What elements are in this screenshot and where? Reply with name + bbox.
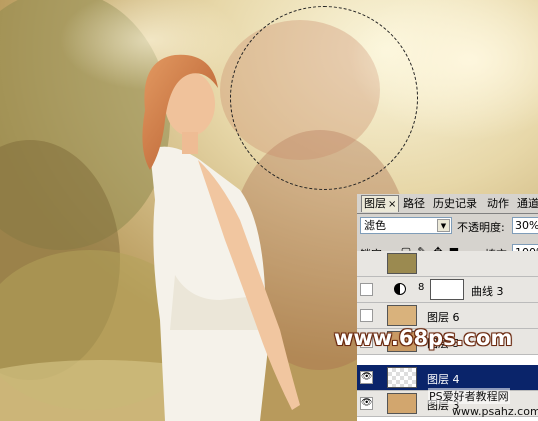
tab-layers[interactable]: 图层 × bbox=[361, 195, 400, 212]
layers-panel: 图层× 路径 历史记录 动作 通道 滤色 ▼ 不透明度: 30% 锁定: ▢ ✎… bbox=[357, 194, 538, 421]
dropdown-arrow-icon[interactable]: ▼ bbox=[437, 219, 450, 232]
chain-icon[interactable]: 8 bbox=[418, 282, 424, 293]
close-icon[interactable]: × bbox=[388, 199, 396, 210]
layer-thumbnail bbox=[387, 393, 417, 414]
tab-paths[interactable]: 路径 bbox=[403, 196, 425, 212]
watermark-line3: www.psahz.com bbox=[452, 405, 538, 418]
layer-row-curves-3[interactable]: 8 曲线 3 bbox=[357, 277, 538, 303]
layer-name: 曲线 3 bbox=[471, 285, 504, 298]
eye-icon[interactable]: 👁 bbox=[360, 371, 373, 384]
watermark-line2: PS爱好者教程网 bbox=[428, 388, 510, 404]
layer-name: 图层 4 bbox=[427, 373, 460, 386]
panel-tabs: 图层 × 路径 历史记录 动作 通道 bbox=[357, 194, 538, 214]
elliptical-selection[interactable] bbox=[230, 6, 418, 190]
watermark-main: www.68ps.com bbox=[334, 326, 513, 350]
blend-mode-value: 滤色 bbox=[364, 219, 386, 232]
tab-channels[interactable]: 通道 bbox=[517, 196, 538, 212]
layer-thumbnail bbox=[387, 367, 417, 388]
layer-thumbnail bbox=[387, 253, 417, 274]
layer-name: 图层 6 bbox=[427, 311, 460, 324]
layer-row-hidden-top[interactable] bbox=[357, 251, 538, 277]
layer-thumbnail bbox=[387, 305, 417, 326]
blend-mode-select[interactable]: 滤色 ▼ bbox=[360, 217, 452, 234]
eye-icon[interactable]: 👁 bbox=[360, 397, 373, 410]
opacity-input[interactable]: 30% bbox=[512, 217, 538, 234]
tab-actions[interactable]: 动作 bbox=[487, 196, 509, 212]
visibility-toggle[interactable] bbox=[360, 309, 373, 322]
visibility-toggle[interactable] bbox=[360, 283, 373, 296]
layer-mask-thumbnail[interactable] bbox=[430, 279, 464, 300]
adjustment-icon bbox=[394, 283, 406, 295]
opacity-label: 不透明度: bbox=[457, 221, 505, 234]
tab-history[interactable]: 历史记录 bbox=[433, 196, 477, 212]
